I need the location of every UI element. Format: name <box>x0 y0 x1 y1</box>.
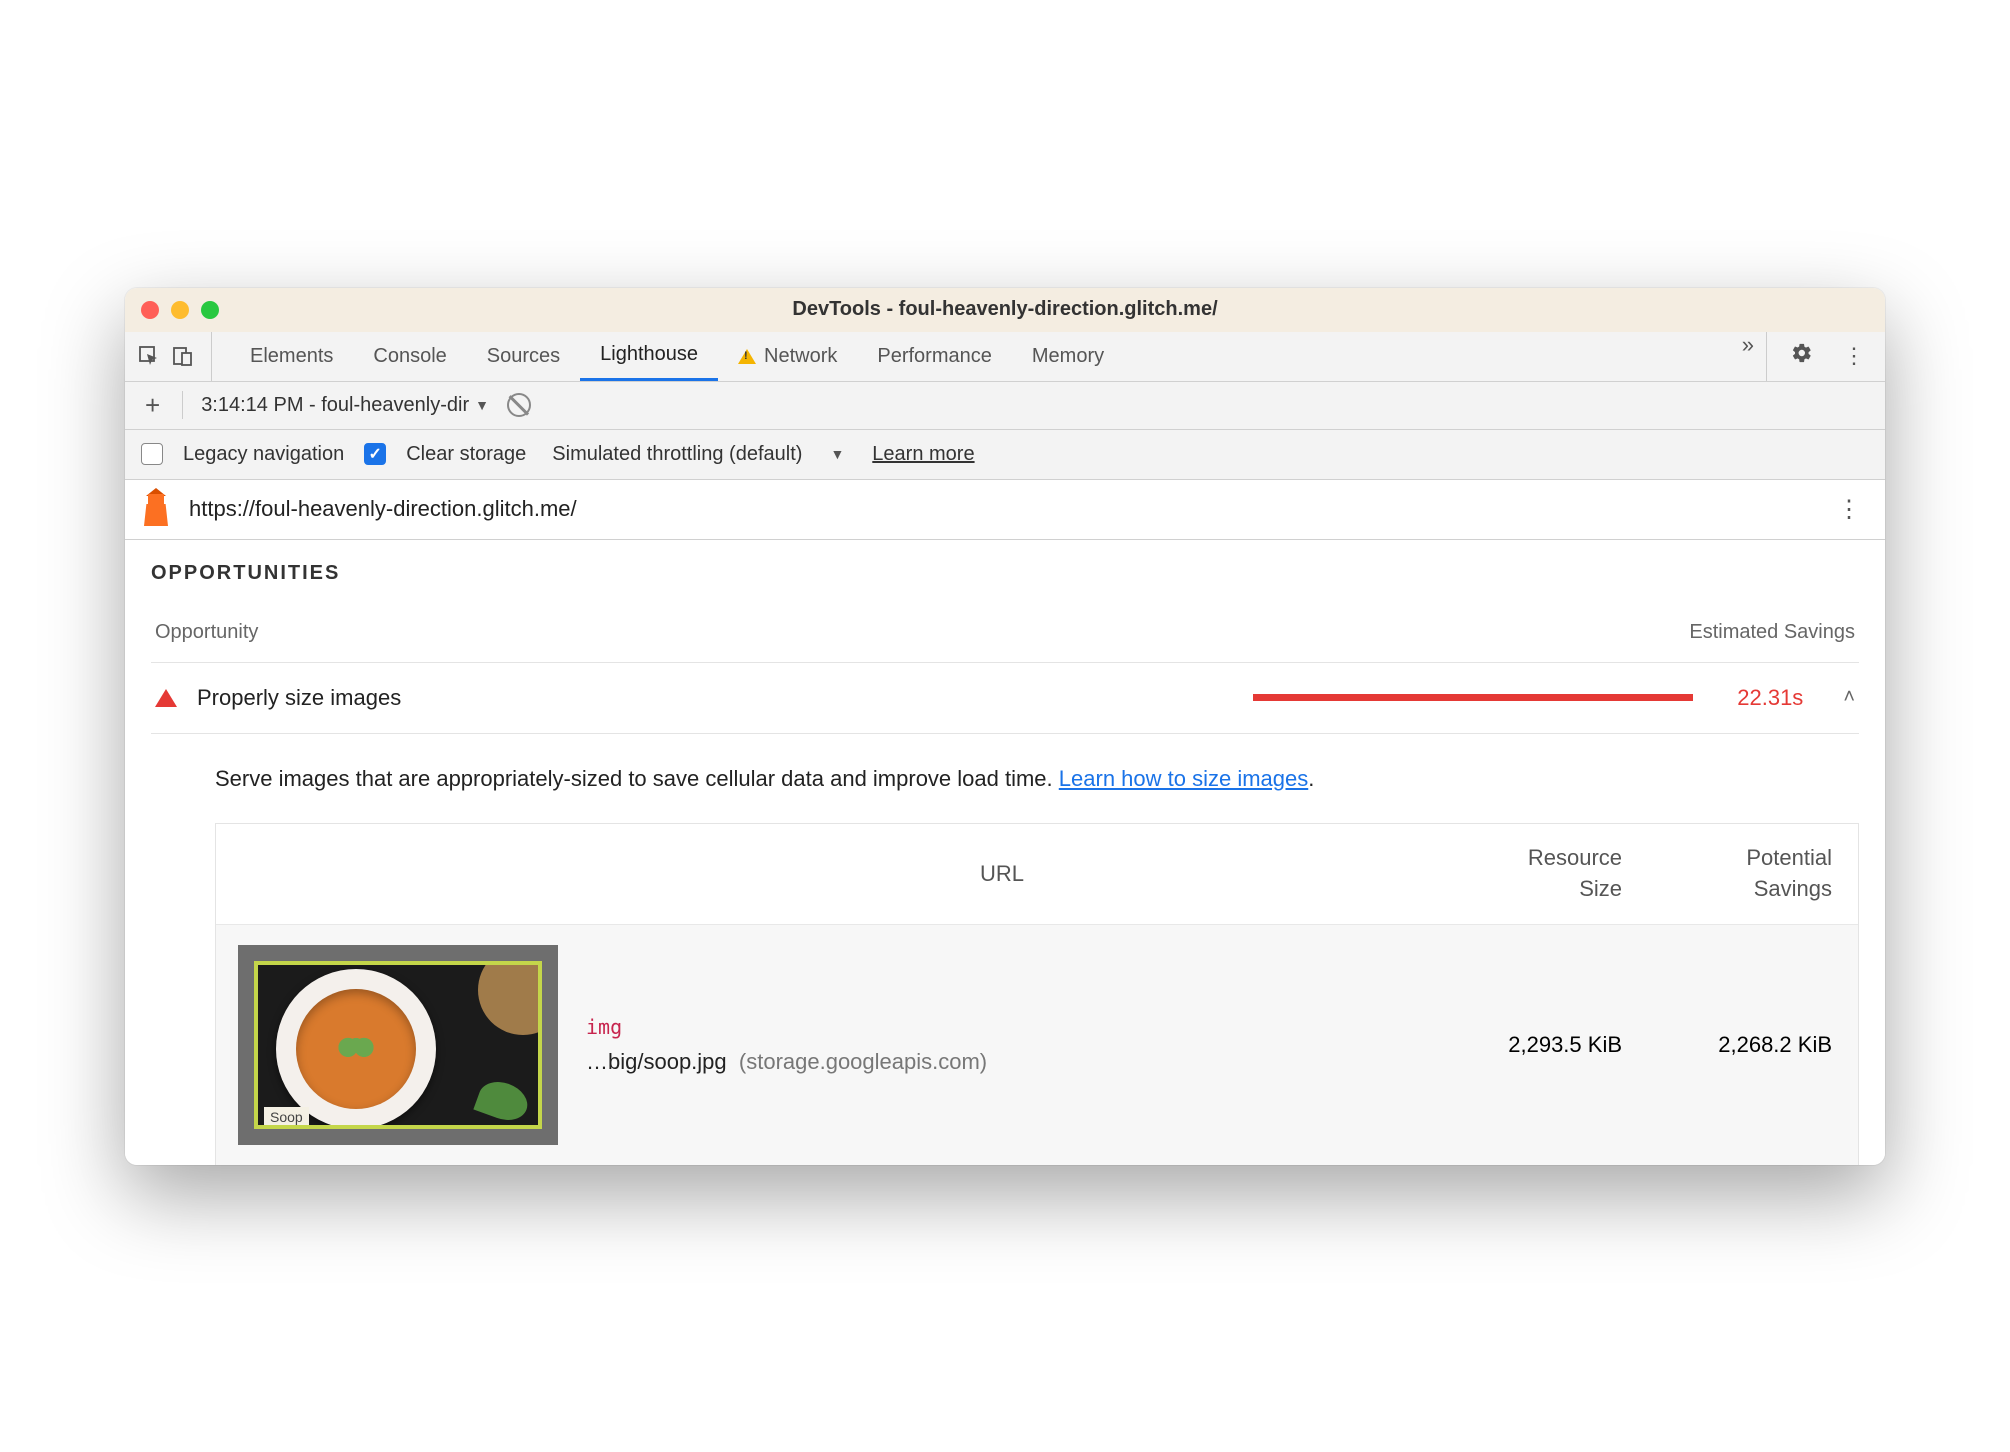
device-toolbar-icon[interactable] <box>169 342 197 370</box>
report-content: OPPORTUNITIES Opportunity Estimated Savi… <box>125 540 1885 1165</box>
report-menu-icon[interactable]: ⋮ <box>1829 495 1869 524</box>
audit-title: Properly size images <box>197 685 401 711</box>
close-window-button[interactable] <box>141 301 159 319</box>
audited-url: https://foul-heavenly-direction.glitch.m… <box>189 496 1811 522</box>
maximize-window-button[interactable] <box>201 301 219 319</box>
opportunity-table: URL Resource Size Potential Savings <box>215 823 1859 1165</box>
report-url-row: https://foul-heavenly-direction.glitch.m… <box>125 480 1885 540</box>
minimize-window-button[interactable] <box>171 301 189 319</box>
tab-elements[interactable]: Elements <box>230 332 353 381</box>
savings-bar <box>421 694 1717 701</box>
table-row[interactable]: Soop img …big/soop.jpg (storage.googleap… <box>216 924 1858 1165</box>
window-controls <box>141 301 219 319</box>
tab-sources[interactable]: Sources <box>467 332 580 381</box>
dropdown-icon: ▼ <box>475 397 489 413</box>
throttling-label: Simulated throttling (default) <box>552 443 802 466</box>
audit-row[interactable]: Properly size images 22.31s ˄ <box>151 662 1859 734</box>
tab-network[interactable]: Network <box>718 332 857 381</box>
inspect-element-icon[interactable] <box>135 342 163 370</box>
window-titlebar: DevTools - foul-heavenly-direction.glitc… <box>125 288 1885 332</box>
more-options-icon[interactable]: ⋮ <box>1833 343 1875 369</box>
tab-lighthouse[interactable]: Lighthouse <box>580 332 718 381</box>
potential-savings: 2,268.2 KiB <box>1638 1032 1858 1058</box>
separator <box>182 391 183 419</box>
opportunities-heading: OPPORTUNITIES <box>151 562 1859 585</box>
report-selector-label: 3:14:14 PM - foul-heavenly-dir <box>201 394 469 417</box>
col-estimated-savings: Estimated Savings <box>1689 621 1855 644</box>
settings-gear-icon[interactable] <box>1781 342 1823 370</box>
more-tabs-button[interactable]: » <box>1730 332 1766 381</box>
audit-desc-text: Serve images that are appropriately-size… <box>215 766 1059 791</box>
fail-triangle-icon <box>155 689 177 707</box>
col-opportunity: Opportunity <box>155 621 258 644</box>
savings-value: 22.31s <box>1737 685 1803 711</box>
report-selector[interactable]: 3:14:14 PM - foul-heavenly-dir ▼ <box>201 394 489 417</box>
warning-icon <box>738 349 756 364</box>
learn-more-link[interactable]: Learn more <box>872 443 974 466</box>
th-potential-savings: Potential Savings <box>1638 843 1858 905</box>
clear-all-icon[interactable] <box>507 393 531 417</box>
audit-description: Serve images that are appropriately-size… <box>151 734 1859 823</box>
learn-size-images-link[interactable]: Learn how to size images <box>1059 766 1308 791</box>
window-title: DevTools - foul-heavenly-direction.glitc… <box>125 298 1885 321</box>
clear-storage-label: Clear storage <box>406 443 526 466</box>
lighthouse-options: Legacy navigation ✓ Clear storage Simula… <box>125 430 1885 480</box>
devtools-tabbar: Elements Console Sources Lighthouse Netw… <box>125 332 1885 382</box>
tab-memory[interactable]: Memory <box>1012 332 1124 381</box>
resource-url-cell: img …big/soop.jpg (storage.googleapis.co… <box>586 1015 1418 1075</box>
clear-storage-checkbox[interactable]: ✓ <box>364 443 386 465</box>
devtools-window: DevTools - foul-heavenly-direction.glitc… <box>125 288 1885 1165</box>
table-header-row: URL Resource Size Potential Savings <box>216 824 1858 924</box>
throttling-dropdown-icon[interactable]: ▼ <box>830 446 844 462</box>
tab-network-label: Network <box>764 345 837 368</box>
resource-path: …big/soop.jpg <box>586 1049 727 1074</box>
th-resource-size: Resource Size <box>1418 843 1638 905</box>
resource-host: (storage.googleapis.com) <box>739 1049 987 1074</box>
lighthouse-toolbar: + 3:14:14 PM - foul-heavenly-dir ▼ <box>125 382 1885 430</box>
lighthouse-logo-icon <box>141 492 171 526</box>
tab-console[interactable]: Console <box>353 332 466 381</box>
legacy-nav-label: Legacy navigation <box>183 443 344 466</box>
audit-desc-period: . <box>1308 766 1314 791</box>
thumbnail-caption: Soop <box>264 1107 309 1127</box>
th-url: URL <box>586 861 1418 887</box>
resource-thumbnail: Soop <box>238 945 558 1145</box>
collapse-chevron-icon[interactable]: ˄ <box>1823 686 1855 709</box>
tab-performance[interactable]: Performance <box>857 332 1012 381</box>
legacy-nav-checkbox[interactable] <box>141 443 163 465</box>
resource-size: 2,293.5 KiB <box>1418 1032 1638 1058</box>
element-tag: img <box>586 1015 1418 1039</box>
new-report-button[interactable]: + <box>141 390 164 421</box>
opportunities-column-header: Opportunity Estimated Savings <box>151 613 1859 662</box>
